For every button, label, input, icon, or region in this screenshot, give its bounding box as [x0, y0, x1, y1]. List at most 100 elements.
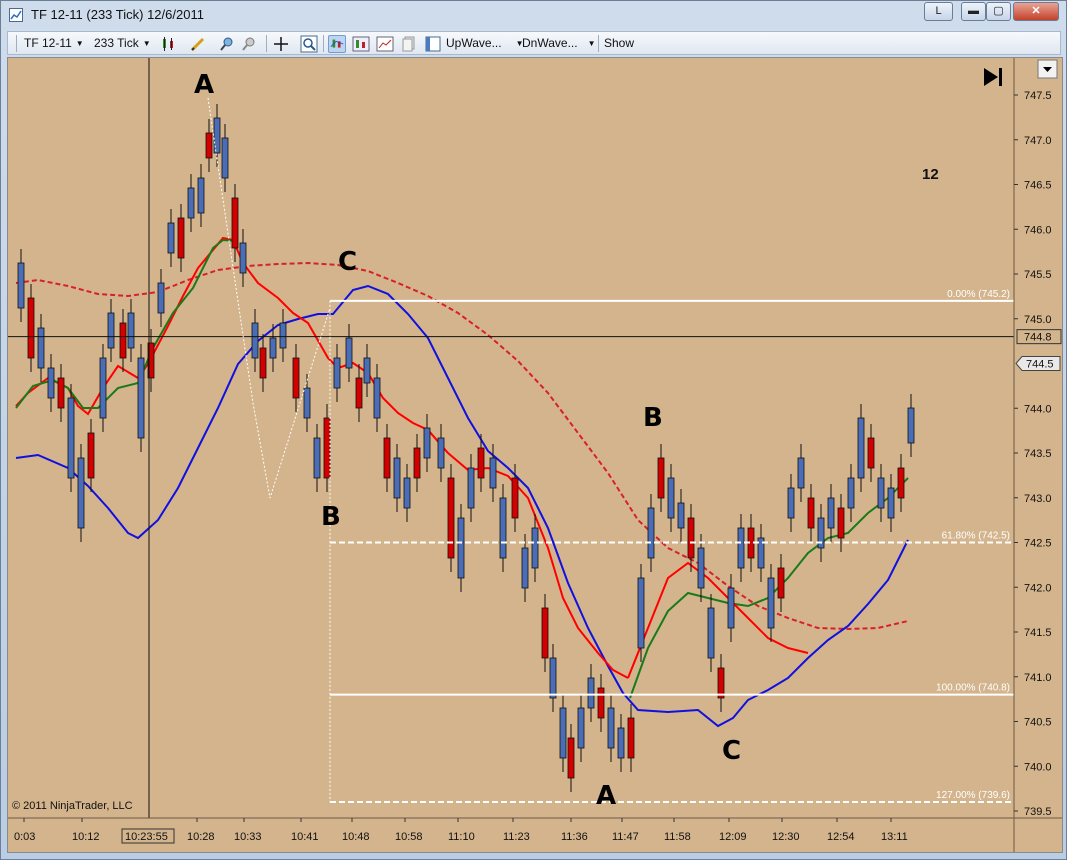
- crosshair-icon[interactable]: [272, 35, 290, 53]
- magnifier-icon[interactable]: [300, 35, 318, 53]
- indicators-icon[interactable]: [328, 35, 346, 53]
- skip-to-end-icon[interactable]: [984, 68, 1002, 86]
- up-candle: [67, 397, 75, 479]
- price-tick-label: 746.5: [1024, 180, 1052, 192]
- sma-red-line: [15, 236, 629, 679]
- draw-tool-icon[interactable]: [189, 35, 207, 53]
- up-candle: [221, 137, 229, 179]
- up-candle: [333, 357, 341, 389]
- down-candle: [57, 377, 65, 409]
- time-tick-label: 10:58: [395, 831, 423, 843]
- up-candle: [577, 707, 585, 749]
- axis-dropdown-button[interactable]: [1037, 59, 1058, 79]
- up-candle: [707, 607, 715, 659]
- zoom-out-icon[interactable]: [240, 35, 258, 53]
- wave-label-a: A: [596, 781, 616, 811]
- down-candle: [657, 457, 665, 499]
- time-tick-label: 10:48: [342, 831, 370, 843]
- time-tick-label: 10:28: [187, 831, 215, 843]
- down-candle: [511, 477, 519, 519]
- show-button[interactable]: Show: [604, 35, 634, 51]
- price-tick-label: 746.0: [1024, 224, 1052, 236]
- down-candle: [717, 667, 725, 699]
- bar-counter: 12: [922, 166, 939, 183]
- time-tick-label: 10:12: [72, 831, 100, 843]
- down-candle: [867, 437, 875, 469]
- up-candle: [677, 502, 685, 529]
- time-tick-label: 0:03: [14, 831, 35, 843]
- up-candle: [37, 327, 45, 369]
- down-candle: [687, 517, 695, 559]
- up-candle: [167, 222, 175, 254]
- chart-canvas[interactable]: 0.00% (745.2) 61.80% (742.5) 100.00% (740.…: [8, 58, 1062, 852]
- templates-icon[interactable]: [424, 35, 442, 53]
- chart-app-icon: [9, 8, 23, 22]
- toolbar-separator: [266, 35, 267, 52]
- price-tick-label: 741.5: [1024, 627, 1052, 639]
- close-button[interactable]: ✕: [1013, 2, 1059, 21]
- price-tick-label: 742.5: [1024, 538, 1052, 550]
- last-price-label: 744.5: [1026, 359, 1054, 371]
- up-candle: [127, 312, 135, 349]
- maximize-button[interactable]: ▢: [986, 2, 1011, 21]
- up-candle: [617, 727, 625, 759]
- chart-toolbar: TF 12-11 ▼ 233 Tick ▼ UpWave... ▼ DnWave…: [7, 31, 1061, 55]
- up-candle: [559, 707, 567, 759]
- wave-label-b: B: [643, 403, 663, 433]
- chart-properties-icon[interactable]: [376, 35, 394, 53]
- link-l-button[interactable]: L: [924, 2, 953, 21]
- down-candle: [292, 357, 300, 399]
- up-candle: [797, 457, 805, 489]
- price-tick-label: 740.0: [1024, 761, 1052, 773]
- title-bar: TF 12-11 (233 Tick) 12/6/2011 L ▬ ▢ ✕: [1, 1, 1066, 29]
- up-candle: [697, 547, 705, 589]
- up-candle: [607, 707, 615, 749]
- up-candle: [587, 677, 595, 709]
- up-candle: [637, 577, 645, 649]
- price-tick-label: 739.5: [1024, 806, 1052, 818]
- down-candle: [177, 217, 185, 259]
- up-candle: [767, 577, 775, 629]
- instrument-label: TF 12-11: [24, 36, 72, 50]
- upwave-label: UpWave...: [446, 36, 502, 50]
- dnwave-menu[interactable]: DnWave... ▼: [522, 35, 596, 51]
- down-candle: [27, 297, 35, 359]
- skip-to-end-triangle: [984, 68, 998, 86]
- bar-style-icon[interactable]: [160, 35, 178, 53]
- time-tick-label: 11:23: [503, 831, 530, 843]
- price-tick-label: 740.5: [1024, 717, 1052, 729]
- period-label: 233 Tick: [94, 36, 139, 50]
- fib-level-label: 100.00% (740.8): [936, 683, 1010, 694]
- fib-level-label: 127.00% (739.6): [936, 790, 1010, 801]
- zoom-in-icon[interactable]: [218, 35, 236, 53]
- down-candle: [119, 322, 127, 359]
- down-candle: [777, 567, 785, 599]
- strategies-icon[interactable]: [352, 35, 370, 53]
- up-candle: [827, 497, 835, 529]
- up-candle: [403, 477, 411, 509]
- copy-icon[interactable]: [400, 35, 418, 53]
- price-tick-label: 747.5: [1024, 90, 1052, 102]
- up-candle: [393, 457, 401, 499]
- time-tick-label: 10:41: [291, 831, 319, 843]
- up-candle: [373, 377, 381, 419]
- up-candle: [77, 457, 85, 529]
- period-selector[interactable]: 233 Tick ▼: [94, 35, 151, 51]
- price-tick-label: 745.0: [1024, 314, 1052, 326]
- minimize-button[interactable]: ▬: [961, 2, 986, 21]
- down-candle: [87, 432, 95, 479]
- up-candle: [303, 387, 311, 419]
- down-candle: [447, 477, 455, 559]
- up-candle: [437, 437, 445, 469]
- chevron-down-icon: ▼: [75, 39, 84, 48]
- time-tick-label: 11:47: [612, 831, 639, 843]
- price-tick-label: 742.0: [1024, 582, 1052, 594]
- price-chart[interactable]: 0.00% (745.2) 61.80% (742.5) 100.00% (740.…: [7, 57, 1063, 853]
- up-candle: [499, 497, 507, 559]
- chevron-down-icon: ▼: [587, 39, 596, 48]
- up-candle: [467, 467, 475, 509]
- upwave-menu[interactable]: UpWave... ▼: [446, 35, 524, 51]
- instrument-selector[interactable]: TF 12-11 ▼: [24, 35, 84, 51]
- skip-to-end-bar: [999, 68, 1002, 86]
- up-candle: [521, 547, 529, 589]
